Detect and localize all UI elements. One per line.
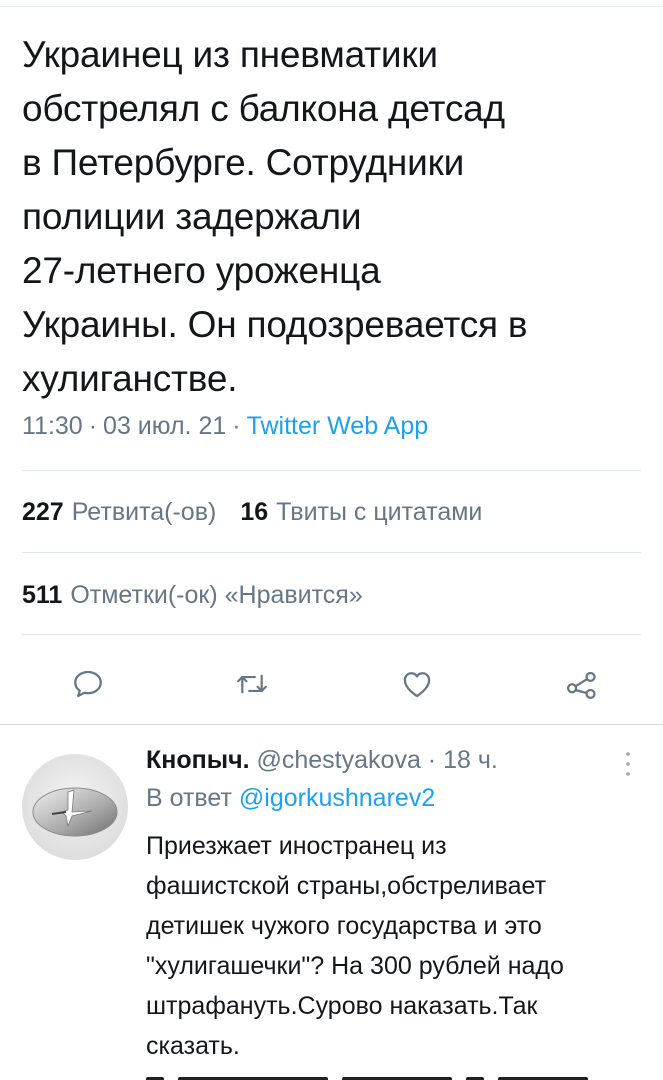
divider [22, 552, 641, 553]
action-bar [0, 660, 663, 708]
more-options-icon[interactable] [623, 750, 633, 778]
meta-separator: · [427, 746, 437, 774]
reply-to-handle-link[interactable]: @igorkushnarev2 [239, 784, 435, 812]
likes-label: Отметки(-ок) «Нравится» [70, 581, 363, 609]
tweet-time: 11:30 [22, 412, 83, 440]
quotes-count: 16 [240, 498, 269, 526]
reply-age: 18 ч. [443, 746, 498, 774]
reply-text: Приезжает иностранец из фашистской стран… [146, 832, 564, 1060]
retweet-icon [237, 674, 267, 694]
tweet-source-link[interactable]: Twitter Web App [247, 412, 429, 440]
tweet-date: 03 июл. 21 [103, 412, 227, 440]
retweet-stats-row: 227 Ретвита(-ов) 16 Твиты с цитатами [22, 498, 482, 527]
reply-to-label: В ответ [146, 784, 232, 812]
top-divider [0, 6, 663, 7]
reply-icon [74, 670, 102, 698]
share-icon [566, 671, 596, 700]
thumbtack-avatar-image [22, 754, 128, 860]
quotes-label: Твиты с цитатами [276, 498, 483, 526]
like-icon [403, 672, 431, 698]
share-button[interactable] [558, 660, 606, 708]
section-divider [0, 724, 663, 725]
cutoff-next-line [146, 1072, 606, 1080]
divider [22, 634, 641, 635]
meta-separator: · [232, 412, 241, 440]
quotes-stat[interactable]: 16 Твиты с цитатами [240, 498, 482, 526]
retweets-stat[interactable]: 227 Ретвита(-ов) [22, 498, 216, 526]
retweets-label: Ретвита(-ов) [71, 498, 217, 526]
tweet-meta: 11:30 · 03 июл. 21 · Twitter Web App [22, 412, 428, 441]
avatar[interactable] [22, 754, 128, 860]
retweets-count: 227 [22, 498, 64, 526]
reply-header: Кнопыч. @chestyakova · 18 ч. [146, 746, 498, 775]
author-name[interactable]: Кнопыч. [146, 746, 250, 774]
divider [22, 470, 641, 471]
likes-count: 511 [22, 581, 63, 609]
meta-separator: · [88, 412, 98, 440]
retweet-button[interactable] [228, 660, 276, 708]
author-handle[interactable]: @chestyakova [257, 746, 421, 774]
reply-button[interactable] [64, 660, 112, 708]
likes-stats-row: 511 Отметки(-ок) «Нравится» [22, 581, 363, 610]
tweet-text: Украинец из пневматики обстрелял с балко… [22, 34, 528, 399]
reply-to-line: В ответ @igorkushnarev2 [146, 784, 435, 813]
likes-stat[interactable]: 511 Отметки(-ок) «Нравится» [22, 581, 363, 609]
reply-tweet[interactable]: Кнопыч. @chestyakova · 18 ч. В ответ @ig… [0, 726, 663, 1080]
like-button[interactable] [393, 660, 441, 708]
